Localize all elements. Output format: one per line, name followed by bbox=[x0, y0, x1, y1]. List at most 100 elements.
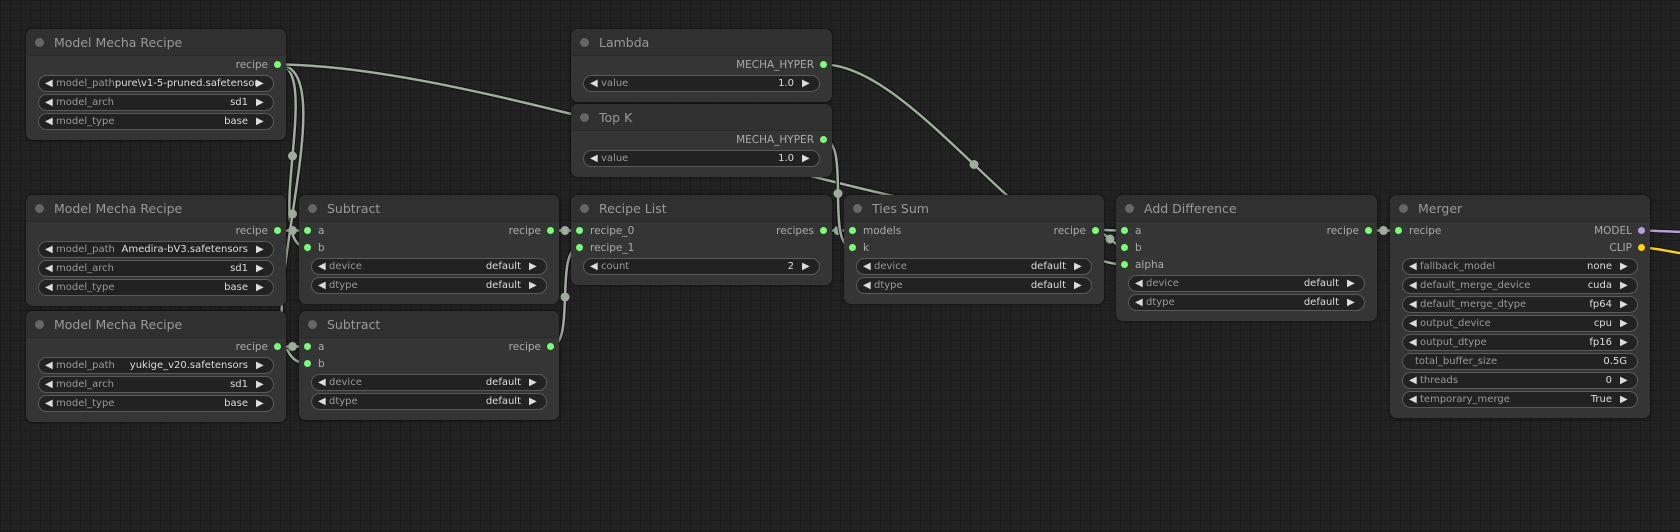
decrement-arrow-icon[interactable]: ◀ bbox=[45, 379, 56, 390]
decrement-arrow-icon[interactable]: ◀ bbox=[45, 360, 56, 371]
link-midpoint-handle[interactable] bbox=[1379, 226, 1388, 235]
output-slot-recipe[interactable]: recipe bbox=[236, 222, 281, 239]
increment-arrow-icon[interactable]: ▶ bbox=[256, 244, 267, 255]
widget-value[interactable]: cuda bbox=[1530, 280, 1620, 291]
node-subtract[interactable]: Subtract a recipe b ◀ device default ▶ ◀ dtype def… bbox=[299, 311, 559, 420]
collapse-dot-icon[interactable] bbox=[580, 37, 589, 47]
node-title-bar[interactable]: Subtract bbox=[299, 311, 559, 338]
widget-default-merge-dtype[interactable]: ◀ default_merge_dtype fp64 ▶ bbox=[1402, 296, 1638, 313]
collapse-dot-icon[interactable] bbox=[35, 203, 44, 213]
output-slot-recipe[interactable]: recipe bbox=[236, 338, 281, 355]
node-merger[interactable]: Merger recipe MODEL CLIP ◀ fallback_model none… bbox=[1390, 195, 1650, 418]
increment-arrow-icon[interactable]: ▶ bbox=[1620, 280, 1631, 291]
output-connector-icon[interactable] bbox=[1638, 227, 1645, 234]
node-title-bar[interactable]: Merger bbox=[1390, 195, 1650, 222]
widget-total-buffer-size[interactable]: total_buffer_size 0.5G bbox=[1402, 353, 1638, 370]
output-slot-recipes[interactable]: recipes bbox=[776, 222, 827, 239]
link-midpoint-handle[interactable] bbox=[288, 151, 297, 161]
decrement-arrow-icon[interactable]: ◀ bbox=[318, 396, 329, 407]
node-title-bar[interactable]: Ties Sum bbox=[844, 195, 1104, 222]
input-slot-recipe_0[interactable]: recipe_0 bbox=[576, 222, 634, 239]
increment-arrow-icon[interactable]: ▶ bbox=[1620, 299, 1631, 310]
node-title-bar[interactable]: Model Mecha Recipe bbox=[26, 29, 286, 56]
widget-device[interactable]: ◀ device default ▶ bbox=[311, 258, 547, 275]
node-model-mecha-recipe[interactable]: Model Mecha Recipe recipe ◀ model_path yukig… bbox=[26, 311, 286, 422]
input-slot-k[interactable]: k bbox=[849, 239, 869, 256]
output-connector-icon[interactable] bbox=[547, 343, 554, 350]
decrement-arrow-icon[interactable]: ◀ bbox=[45, 263, 56, 274]
decrement-arrow-icon[interactable]: ◀ bbox=[318, 261, 329, 272]
widget-model-arch[interactable]: ◀ model_arch sd1 ▶ bbox=[38, 94, 274, 111]
decrement-arrow-icon[interactable]: ◀ bbox=[45, 78, 56, 89]
decrement-arrow-icon[interactable]: ◀ bbox=[1135, 297, 1146, 308]
increment-arrow-icon[interactable]: ▶ bbox=[1347, 278, 1358, 289]
widget-model-arch[interactable]: ◀ model_arch sd1 ▶ bbox=[38, 260, 274, 277]
widget-output-device[interactable]: ◀ output_device cpu ▶ bbox=[1402, 315, 1638, 332]
increment-arrow-icon[interactable]: ▶ bbox=[256, 398, 267, 409]
increment-arrow-icon[interactable]: ▶ bbox=[256, 78, 267, 89]
decrement-arrow-icon[interactable]: ◀ bbox=[1409, 337, 1420, 348]
widget-value[interactable]: default bbox=[362, 377, 529, 388]
input-connector-icon[interactable] bbox=[1395, 227, 1402, 234]
input-connector-icon[interactable] bbox=[304, 244, 311, 251]
collapse-dot-icon[interactable] bbox=[580, 112, 589, 122]
decrement-arrow-icon[interactable]: ◀ bbox=[590, 261, 601, 272]
input-connector-icon[interactable] bbox=[1121, 244, 1128, 251]
increment-arrow-icon[interactable]: ▶ bbox=[256, 97, 267, 108]
link-midpoint-handle[interactable] bbox=[560, 292, 570, 302]
input-slot-a[interactable]: a bbox=[1121, 222, 1141, 239]
widget-default-merge-device[interactable]: ◀ default_merge_device cuda ▶ bbox=[1402, 277, 1638, 294]
decrement-arrow-icon[interactable]: ◀ bbox=[1409, 280, 1420, 291]
widget-value[interactable]: default bbox=[1179, 278, 1347, 289]
input-slot-a[interactable]: a bbox=[304, 338, 324, 355]
widget-count[interactable]: ◀ count 2 ▶ bbox=[583, 258, 820, 275]
node-add-difference[interactable]: Add Difference a recipe b alpha ◀ device defaul… bbox=[1116, 195, 1377, 321]
widget-value[interactable]: cpu bbox=[1491, 318, 1620, 329]
increment-arrow-icon[interactable]: ▶ bbox=[1620, 318, 1631, 329]
node-recipe-list[interactable]: Recipe List recipe_0 recipes recipe_1 ◀ count… bbox=[571, 195, 832, 285]
output-slot-mecha_hyper[interactable]: MECHA_HYPER bbox=[736, 131, 827, 148]
node-lambda[interactable]: Lambda MECHA_HYPER ◀ value 1.0 ▶ bbox=[571, 29, 832, 102]
widget-value[interactable]: sd1 bbox=[114, 379, 256, 390]
node-title-bar[interactable]: Recipe List bbox=[571, 195, 832, 222]
link-midpoint-handle[interactable] bbox=[288, 226, 297, 235]
input-slot-recipe_1[interactable]: recipe_1 bbox=[576, 239, 634, 256]
decrement-arrow-icon[interactable]: ◀ bbox=[863, 261, 874, 272]
input-connector-icon[interactable] bbox=[1121, 261, 1128, 268]
input-connector-icon[interactable] bbox=[576, 244, 583, 251]
widget-model-path[interactable]: ◀ model_path Amedira-bV3.safetensors ▶ bbox=[38, 241, 274, 258]
increment-arrow-icon[interactable]: ▶ bbox=[529, 280, 540, 291]
collapse-dot-icon[interactable] bbox=[35, 319, 44, 329]
widget-dtype[interactable]: ◀ dtype default ▶ bbox=[311, 277, 547, 294]
decrement-arrow-icon[interactable]: ◀ bbox=[1409, 375, 1420, 386]
increment-arrow-icon[interactable]: ▶ bbox=[1620, 337, 1631, 348]
widget-value[interactable]: 1.0 bbox=[628, 153, 802, 164]
widget-value[interactable]: default bbox=[358, 396, 529, 407]
decrement-arrow-icon[interactable]: ◀ bbox=[1409, 394, 1420, 405]
decrement-arrow-icon[interactable]: ◀ bbox=[45, 398, 56, 409]
decrement-arrow-icon[interactable]: ◀ bbox=[45, 116, 56, 127]
input-slot-recipe[interactable]: recipe bbox=[1395, 222, 1441, 239]
output-connector-icon[interactable] bbox=[274, 61, 281, 68]
widget-value[interactable]: True bbox=[1510, 394, 1620, 405]
widget-value[interactable]: 0.5G bbox=[1497, 356, 1631, 367]
increment-arrow-icon[interactable]: ▶ bbox=[802, 261, 813, 272]
input-connector-icon[interactable] bbox=[304, 343, 311, 350]
collapse-dot-icon[interactable] bbox=[308, 319, 317, 329]
widget-value[interactable]: default bbox=[907, 261, 1074, 272]
decrement-arrow-icon[interactable]: ◀ bbox=[1409, 299, 1420, 310]
widget-value[interactable]: base bbox=[114, 398, 256, 409]
input-connector-icon[interactable] bbox=[849, 227, 856, 234]
node-title-bar[interactable]: Lambda bbox=[571, 29, 832, 56]
link-midpoint-handle[interactable] bbox=[969, 160, 979, 169]
decrement-arrow-icon[interactable]: ◀ bbox=[1409, 318, 1420, 329]
widget-value[interactable]: base bbox=[114, 282, 256, 293]
increment-arrow-icon[interactable]: ▶ bbox=[1620, 375, 1631, 386]
increment-arrow-icon[interactable]: ▶ bbox=[802, 153, 813, 164]
increment-arrow-icon[interactable]: ▶ bbox=[1620, 394, 1631, 405]
decrement-arrow-icon[interactable]: ◀ bbox=[45, 97, 56, 108]
node-title-bar[interactable]: Model Mecha Recipe bbox=[26, 311, 286, 338]
node-title-bar[interactable]: Top K bbox=[571, 104, 832, 131]
node-title-bar[interactable]: Subtract bbox=[299, 195, 559, 222]
decrement-arrow-icon[interactable]: ◀ bbox=[1135, 278, 1146, 289]
